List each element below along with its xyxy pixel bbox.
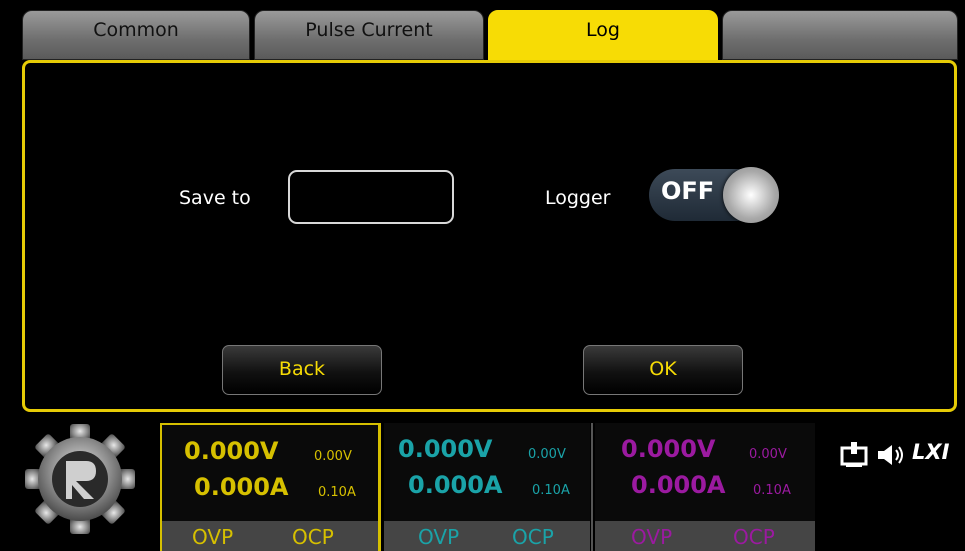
ovp-label: OVP [418, 525, 460, 549]
save-to-label: Save to [179, 187, 251, 209]
ovp-label: OVP [192, 525, 234, 549]
tab-label: Common [93, 19, 179, 41]
protection-bar: OVP OCP [162, 521, 380, 551]
channel-current: 0.000A [408, 471, 503, 499]
channel-3-panel[interactable]: 0.000V 0.00V 0.000A 0.10A OVP OCP [595, 423, 815, 551]
save-to-field[interactable] [288, 170, 454, 224]
channel-voltage: 0.000V [621, 435, 716, 463]
tab-pulse-current[interactable]: Pulse Current [254, 10, 484, 60]
protection-bar: OVP OCP [384, 521, 590, 551]
channel-set-voltage: 0.00V [749, 447, 787, 462]
toggle-knob [723, 167, 779, 223]
channel-set-voltage: 0.00V [314, 449, 352, 464]
logger-label: Logger [545, 187, 611, 209]
channel-set-voltage: 0.00V [528, 447, 566, 462]
log-panel: Save to Logger OFF Back OK [22, 60, 957, 412]
network-icon [840, 440, 868, 474]
tab-log[interactable]: Log [488, 10, 718, 64]
channel-voltage: 0.000V [398, 435, 493, 463]
logger-toggle[interactable]: OFF [649, 167, 779, 223]
channel-set-current: 0.10A [532, 483, 570, 498]
tab-empty[interactable] [722, 10, 958, 60]
channel-current: 0.000A [631, 471, 726, 499]
ok-button[interactable]: OK [583, 345, 743, 395]
channel-voltage: 0.000V [184, 437, 279, 465]
tab-common[interactable]: Common [22, 10, 250, 60]
logger-state: OFF [661, 177, 715, 205]
lxi-icon: LXI [912, 440, 950, 464]
ocp-label: OCP [512, 525, 554, 549]
channel-set-current: 0.10A [318, 485, 356, 500]
channel-divider [591, 423, 593, 551]
channel-divider [378, 423, 381, 551]
channel-1-panel[interactable]: 0.000V 0.00V 0.000A 0.10A OVP OCP [160, 423, 380, 551]
channel-current: 0.000A [194, 473, 289, 501]
speaker-icon[interactable] [876, 444, 906, 470]
tab-label: Log [586, 19, 620, 41]
tab-bar: Common Pulse Current Log [0, 0, 965, 64]
settings-gear-icon[interactable] [24, 423, 136, 535]
ocp-label: OCP [292, 525, 334, 549]
ocp-label: OCP [733, 525, 775, 549]
back-button[interactable]: Back [222, 345, 382, 395]
tab-label: Pulse Current [305, 19, 433, 41]
ovp-label: OVP [631, 525, 673, 549]
channel-set-current: 0.10A [753, 483, 791, 498]
channel-2-panel[interactable]: 0.000V 0.00V 0.000A 0.10A OVP OCP [384, 423, 590, 551]
protection-bar: OVP OCP [595, 521, 815, 551]
